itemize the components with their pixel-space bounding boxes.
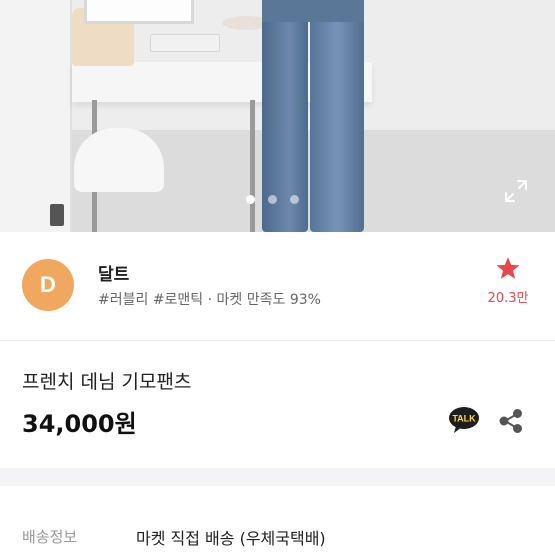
photo-chair: [74, 128, 164, 192]
kakao-talk-icon[interactable]: TALK: [448, 406, 480, 434]
section-gap: [0, 468, 555, 486]
gallery-pagination: [246, 195, 299, 204]
product-photo[interactable]: [0, 0, 555, 232]
seller-logo-letter: D: [40, 272, 56, 297]
favorite-count: 20.3만: [487, 291, 529, 306]
gallery-dot[interactable]: [290, 195, 299, 204]
shipping-label: 배송정보: [22, 528, 78, 546]
seller-logo[interactable]: D: [22, 259, 74, 311]
photo-door: [0, 0, 72, 232]
gallery-dot[interactable]: [268, 195, 277, 204]
photo-jeans-right-leg: [310, 0, 364, 232]
product-price: 34,000원: [22, 410, 137, 438]
product-title: 프렌치 데님 기모팬츠: [22, 371, 192, 393]
gallery-dot-active[interactable]: [246, 195, 255, 204]
seller-tags: #러블리 #로맨틱 · 마켓 만족도 93%: [98, 292, 321, 308]
share-icon[interactable]: [498, 408, 524, 434]
photo-jeans-top: [262, 0, 364, 22]
expand-icon[interactable]: [503, 178, 529, 204]
favorite-button[interactable]: 20.3만: [484, 256, 532, 306]
section-divider: [0, 340, 555, 341]
photo-outlet: [50, 204, 64, 226]
photo-keyboard: [150, 34, 220, 52]
seller-name[interactable]: 달트: [98, 260, 129, 285]
star-icon: [496, 257, 520, 279]
photo-monitor: [84, 0, 194, 24]
photo-desk-leg: [250, 100, 255, 232]
talk-label: TALK: [452, 414, 476, 424]
shipping-value: 마켓 직접 배송 (우체국택배): [136, 529, 326, 548]
seller-section[interactable]: D 달트 #러블리 #로맨틱 · 마켓 만족도 93% 20.3만: [0, 232, 555, 340]
